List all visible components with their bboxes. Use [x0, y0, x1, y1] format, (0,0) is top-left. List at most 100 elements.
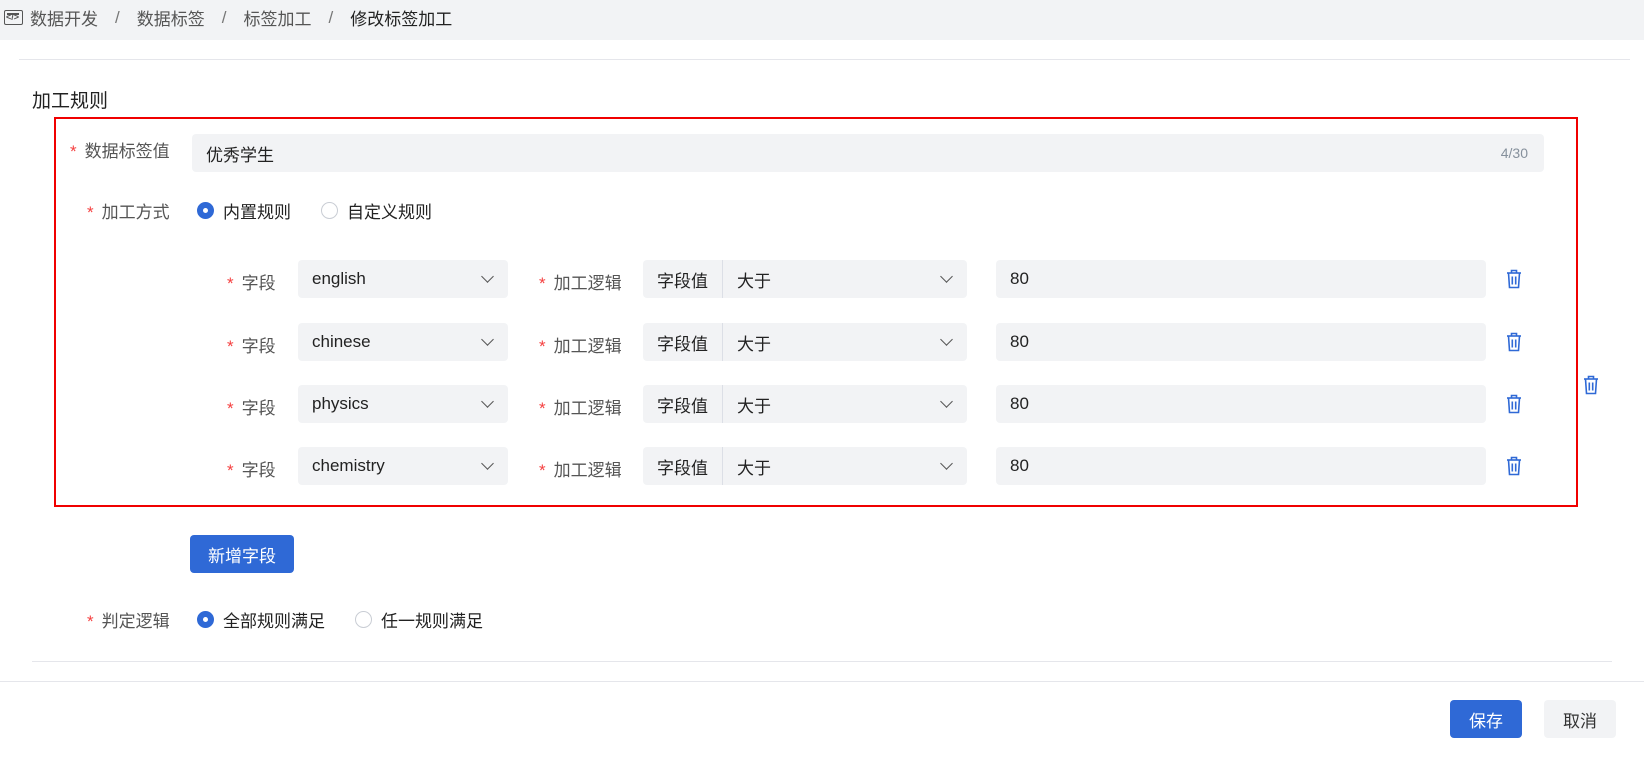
method-radio-group: 内置规则 自定义规则: [197, 198, 462, 223]
chevron-down-icon: [481, 270, 494, 283]
field-label: * 字段: [227, 332, 276, 357]
field-label: * 字段: [227, 269, 276, 294]
breadcrumb-separator: /: [221, 7, 227, 27]
footer-divider: [0, 681, 1644, 682]
add-field-button[interactable]: 新增字段: [190, 535, 294, 573]
trash-icon[interactable]: [1506, 269, 1522, 289]
delete-group-trash-icon[interactable]: [1583, 375, 1599, 395]
radio-unchecked-icon: [355, 611, 372, 628]
required-mark: *: [87, 203, 94, 222]
breadcrumb-separator: /: [115, 7, 120, 27]
chevron-down-icon: [481, 395, 494, 408]
tag-value-label: * 数据标签值: [70, 137, 170, 162]
breadcrumb-item-current: 修改标签加工: [350, 10, 453, 29]
field-select-value: chemistry: [312, 456, 385, 475]
field-select[interactable]: english: [298, 260, 508, 298]
field-select[interactable]: physics: [298, 385, 508, 423]
operator-select-value: 大于: [737, 396, 771, 416]
logic-label-text: 加工逻辑: [553, 337, 622, 356]
logic-prefix: 字段值: [643, 385, 723, 423]
value-input[interactable]: 80: [996, 385, 1486, 423]
required-mark: *: [87, 612, 94, 631]
operator-select[interactable]: 大于: [723, 385, 967, 423]
radio-builtin-rule[interactable]: 内置规则: [197, 198, 291, 223]
trash-icon[interactable]: [1506, 332, 1522, 352]
required-mark: *: [227, 337, 234, 356]
value-input-text: 80: [1010, 456, 1029, 475]
cancel-button[interactable]: 取消: [1544, 700, 1616, 738]
trash-icon[interactable]: [1506, 394, 1522, 414]
save-button[interactable]: 保存: [1450, 700, 1522, 738]
field-select-value: physics: [312, 394, 369, 413]
required-mark: *: [227, 399, 234, 418]
rule-row-2: * 字段 chinese * 加工逻辑 字段值 大于 80: [0, 323, 1644, 361]
required-mark: *: [539, 461, 546, 480]
logic-label: * 加工逻辑: [539, 332, 622, 357]
operator-select-value: 大于: [737, 334, 771, 354]
chevron-down-icon: [940, 333, 953, 346]
tag-value-input[interactable]: 优秀学生 4/30: [192, 134, 1544, 172]
char-count: 4/30: [1500, 145, 1528, 161]
field-label-text: 字段: [241, 337, 276, 356]
chevron-down-icon: [481, 333, 494, 346]
rule-row-1: * 字段 english * 加工逻辑 字段值 大于 80: [0, 260, 1644, 298]
radio-label: 全部规则满足: [223, 612, 325, 631]
radio-label: 内置规则: [223, 203, 291, 222]
value-input[interactable]: 80: [996, 260, 1486, 298]
divider: [32, 661, 1612, 662]
value-input-text: 80: [1010, 394, 1029, 413]
field-label: * 字段: [227, 456, 276, 481]
radio-all-rules[interactable]: 全部规则满足: [197, 607, 325, 632]
operator-select[interactable]: 大于: [723, 260, 967, 298]
code-window-icon: [4, 10, 23, 25]
required-mark: *: [227, 461, 234, 480]
chevron-down-icon: [940, 270, 953, 283]
divider: [19, 59, 1630, 60]
field-select[interactable]: chinese: [298, 323, 508, 361]
chevron-down-icon: [940, 457, 953, 470]
breadcrumb-item-tag-process[interactable]: 标签加工: [243, 5, 311, 30]
breadcrumb: 数据开发 / 数据标签 / 标签加工 / 修改标签加工: [4, 5, 452, 30]
value-input[interactable]: 80: [996, 447, 1486, 485]
logic-label: * 加工逻辑: [539, 394, 622, 419]
required-mark: *: [539, 399, 546, 418]
logic-label-text: 加工逻辑: [553, 461, 622, 480]
required-mark: *: [539, 274, 546, 293]
required-mark: *: [227, 274, 234, 293]
judgement-label: * 判定逻辑: [87, 607, 170, 632]
trash-icon[interactable]: [1506, 456, 1522, 476]
logic-prefix: 字段值: [643, 323, 723, 361]
radio-checked-icon: [197, 611, 214, 628]
field-select-value: english: [312, 269, 366, 288]
field-select[interactable]: chemistry: [298, 447, 508, 485]
field-label: * 字段: [227, 394, 276, 419]
radio-label: 任一规则满足: [381, 612, 483, 631]
logic-label-text: 加工逻辑: [553, 399, 622, 418]
operator-select[interactable]: 大于: [723, 447, 967, 485]
tag-value-label-text: 数据标签值: [84, 142, 170, 161]
breadcrumb-item-data-tag[interactable]: 数据标签: [137, 5, 205, 30]
radio-label: 自定义规则: [347, 203, 432, 222]
required-mark: *: [70, 142, 77, 161]
operator-select-value: 大于: [737, 458, 771, 478]
value-input-text: 80: [1010, 269, 1029, 288]
logic-label-text: 加工逻辑: [553, 274, 622, 293]
logic-label: * 加工逻辑: [539, 269, 622, 294]
field-label-text: 字段: [241, 274, 276, 293]
chevron-down-icon: [481, 457, 494, 470]
logic-label: * 加工逻辑: [539, 456, 622, 481]
operator-select[interactable]: 大于: [723, 323, 967, 361]
rule-row-3: * 字段 physics * 加工逻辑 字段值 大于 80: [0, 385, 1644, 423]
field-select-value: chinese: [312, 332, 371, 351]
chevron-down-icon: [940, 395, 953, 408]
radio-custom-rule[interactable]: 自定义规则: [321, 198, 432, 223]
rule-row-4: * 字段 chemistry * 加工逻辑 字段值 大于 80: [0, 447, 1644, 485]
logic-prefix: 字段值: [643, 260, 723, 298]
value-input[interactable]: 80: [996, 323, 1486, 361]
method-label: * 加工方式: [87, 198, 170, 223]
value-input-text: 80: [1010, 332, 1029, 351]
radio-checked-icon: [197, 202, 214, 219]
field-label-text: 字段: [241, 399, 276, 418]
breadcrumb-item-data-dev[interactable]: 数据开发: [30, 5, 98, 30]
radio-any-rule[interactable]: 任一规则满足: [355, 607, 483, 632]
